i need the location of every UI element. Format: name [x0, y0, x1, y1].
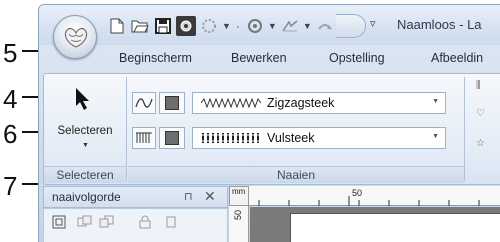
- qat-end-cap: [335, 14, 366, 38]
- tab-beginscherm[interactable]: Beginscherm: [119, 51, 192, 65]
- fill-stitch-icon: [201, 133, 261, 143]
- application-window: ▼ · ▼ ▼ ▿ Naamloos - La Beginscherm Bewe: [38, 4, 500, 242]
- region-stitch-icon: [136, 132, 152, 143]
- rotate-icon[interactable]: [280, 16, 300, 36]
- cursor-arrow-icon: [76, 88, 89, 110]
- region-color-swatch: [165, 131, 179, 145]
- zigzag-stitch-icon: [201, 98, 261, 108]
- window-title: Naamloos - La: [397, 17, 482, 32]
- redo-dropdown-icon[interactable]: ▼: [268, 21, 277, 31]
- tab-afbeelding[interactable]: Afbeeldin: [431, 51, 483, 65]
- lock-icon[interactable]: [136, 213, 154, 231]
- open-icon[interactable]: [130, 16, 150, 36]
- region-stitch-dropdown-icon: ▼: [432, 133, 439, 140]
- heart-icon[interactable]: ♡: [476, 108, 485, 119]
- star-icon[interactable]: ☆: [476, 138, 485, 149]
- ruler-corner: mm: [229, 186, 249, 206]
- ribbon-tabs: Beginscherm Bewerken Opstelling Afbeeldi…: [39, 45, 500, 73]
- ruler-unit: mm: [232, 187, 246, 196]
- ruler-v-label: 50: [233, 209, 244, 221]
- select-button-label: Selecteren: [57, 125, 113, 137]
- line-sew-toggle[interactable]: [132, 92, 156, 114]
- qat-customize-icon[interactable]: ▿: [370, 17, 376, 30]
- horizontal-ruler: 50: [249, 186, 500, 206]
- undo-icon[interactable]: [199, 16, 219, 36]
- group-label-naaien: Naaien: [128, 166, 464, 183]
- application-menu-button[interactable]: [53, 15, 97, 59]
- select-dropdown-icon: ▼: [82, 142, 89, 149]
- vertical-ruler: 50: [229, 206, 249, 242]
- group-separator: [126, 77, 127, 181]
- region-stitch-value: Vulsteek: [267, 131, 315, 145]
- new-icon[interactable]: [107, 16, 127, 36]
- callout-5: 5: [3, 38, 18, 68]
- line-stitch-icon: [135, 98, 153, 108]
- group-separator: [464, 77, 465, 181]
- save-icon[interactable]: [153, 16, 173, 36]
- line-color-button[interactable]: [159, 92, 185, 114]
- embroidery-hoop-area[interactable]: [290, 213, 500, 242]
- mirror-icon[interactable]: [315, 16, 335, 36]
- region-stitch-select[interactable]: Vulsteek ▼: [192, 127, 446, 149]
- rotate-dropdown-icon[interactable]: ▼: [303, 21, 312, 31]
- line-stitch-select[interactable]: Zigzagsteek ▼: [192, 92, 446, 114]
- panel-title: naaivolgorde: [52, 190, 121, 204]
- stitch-pattern-icon[interactable]: ⫼: [476, 80, 481, 91]
- settings-icon[interactable]: [176, 16, 196, 36]
- group-label-selecteren: Selecteren: [44, 166, 126, 183]
- line-stitch-dropdown-icon: ▼: [432, 98, 439, 105]
- ribbon-group-partial: ⫼ ♡ ☆: [474, 80, 500, 170]
- redo-icon[interactable]: [245, 16, 265, 36]
- select-button[interactable]: Selecteren ▼: [50, 78, 120, 162]
- undo-dropdown-icon[interactable]: ▼: [222, 21, 231, 31]
- ruler-h-label: 50: [352, 188, 363, 198]
- qat-separator: ·: [235, 19, 240, 33]
- region-color-button[interactable]: [159, 127, 185, 149]
- color-icon[interactable]: [162, 213, 180, 231]
- quick-access-toolbar: ▼ · ▼ ▼: [107, 14, 366, 38]
- line-stitch-value: Zigzagsteek: [267, 96, 335, 110]
- callout-7: 7: [3, 171, 18, 201]
- region-sew-toggle[interactable]: [132, 127, 156, 149]
- move-back-icon[interactable]: [98, 213, 116, 231]
- app-logo-icon: [64, 27, 88, 48]
- move-front-icon[interactable]: [76, 213, 94, 231]
- callout-6: 6: [3, 119, 18, 149]
- callout-4: 4: [3, 84, 18, 114]
- fit-view-icon[interactable]: [50, 213, 68, 231]
- tab-bewerken[interactable]: Bewerken: [231, 51, 287, 65]
- pin-icon[interactable]: ⊓: [184, 190, 193, 203]
- ruler-ticks: [258, 196, 480, 206]
- ribbon-panel: Selecteren ▼ Selecteren Zigzagsteek ▼ Vu…: [43, 73, 500, 185]
- title-bar: ▼ · ▼ ▼ ▿ Naamloos - La: [39, 5, 500, 45]
- sewing-order-toolbar: [43, 208, 228, 242]
- close-icon[interactable]: ✕: [204, 188, 216, 205]
- sewing-order-panel-header: naaivolgorde ⊓ ✕: [43, 186, 228, 208]
- tab-opstelling[interactable]: Opstelling: [329, 51, 385, 65]
- line-color-swatch: [165, 96, 179, 110]
